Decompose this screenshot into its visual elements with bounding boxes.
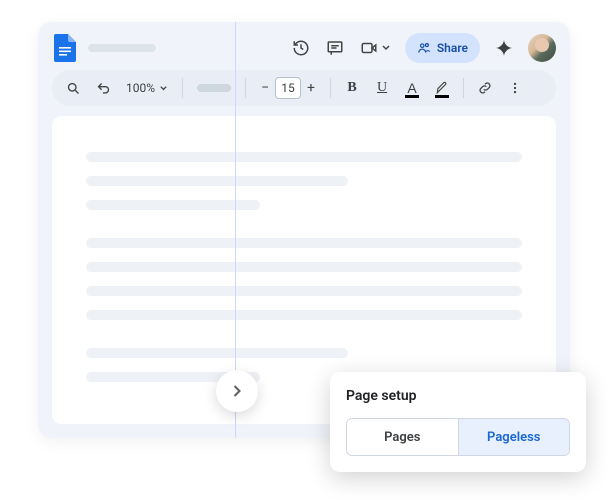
text-line-placeholder <box>86 348 348 358</box>
pageless-option[interactable]: Pageless <box>458 419 570 455</box>
history-icon[interactable] <box>291 38 311 58</box>
text-line-placeholder <box>86 238 522 248</box>
zoom-dropdown[interactable]: 100% <box>122 81 172 95</box>
search-icon[interactable] <box>62 77 84 99</box>
font-size-input[interactable]: 15 <box>275 77 301 99</box>
page-mode-segmented: Pages Pageless <box>346 418 570 456</box>
chevron-down-icon <box>159 84 168 93</box>
formatting-toolbar: 100% − 15 + B U A <box>52 70 556 106</box>
link-button[interactable] <box>474 77 496 99</box>
people-icon <box>417 41 431 55</box>
share-label: Share <box>437 41 468 55</box>
pages-option[interactable]: Pages <box>347 419 458 455</box>
header-bar: Share <box>38 22 570 70</box>
video-icon <box>359 38 379 58</box>
underline-button[interactable]: U <box>371 77 393 99</box>
text-line-placeholder <box>86 262 522 272</box>
gemini-star-icon[interactable] <box>494 38 514 58</box>
chevron-right-icon <box>227 381 247 401</box>
expand-chevron-button[interactable] <box>216 370 258 412</box>
bold-button[interactable]: B <box>341 77 363 99</box>
font-family-placeholder[interactable] <box>197 84 231 92</box>
header-actions: Share <box>291 33 556 63</box>
page-setup-popup: Page setup Pages Pageless <box>330 372 586 472</box>
share-button[interactable]: Share <box>405 33 480 63</box>
toolbar-separator <box>330 78 331 98</box>
text-line-placeholder <box>86 286 522 296</box>
popup-title: Page setup <box>346 388 570 404</box>
user-avatar[interactable] <box>528 34 556 62</box>
font-size-increase[interactable]: + <box>302 77 320 99</box>
zoom-value: 100% <box>126 81 155 95</box>
text-color-button[interactable]: A <box>401 77 423 99</box>
font-size-control: − 15 + <box>256 77 320 99</box>
doc-title-placeholder[interactable] <box>88 44 156 52</box>
toolbar-separator <box>245 78 246 98</box>
toolbar-separator <box>182 78 183 98</box>
text-line-placeholder <box>86 152 522 162</box>
undo-icon[interactable] <box>92 77 114 99</box>
font-size-decrease[interactable]: − <box>256 77 274 99</box>
more-options-icon[interactable] <box>504 77 526 99</box>
toolbar-separator <box>463 78 464 98</box>
chevron-down-icon <box>381 43 391 53</box>
text-line-placeholder <box>86 310 522 320</box>
highlight-button[interactable] <box>431 77 453 99</box>
text-line-placeholder <box>86 176 348 186</box>
docs-logo-icon[interactable] <box>52 35 78 61</box>
comment-icon[interactable] <box>325 38 345 58</box>
meet-dropdown[interactable] <box>359 38 391 58</box>
